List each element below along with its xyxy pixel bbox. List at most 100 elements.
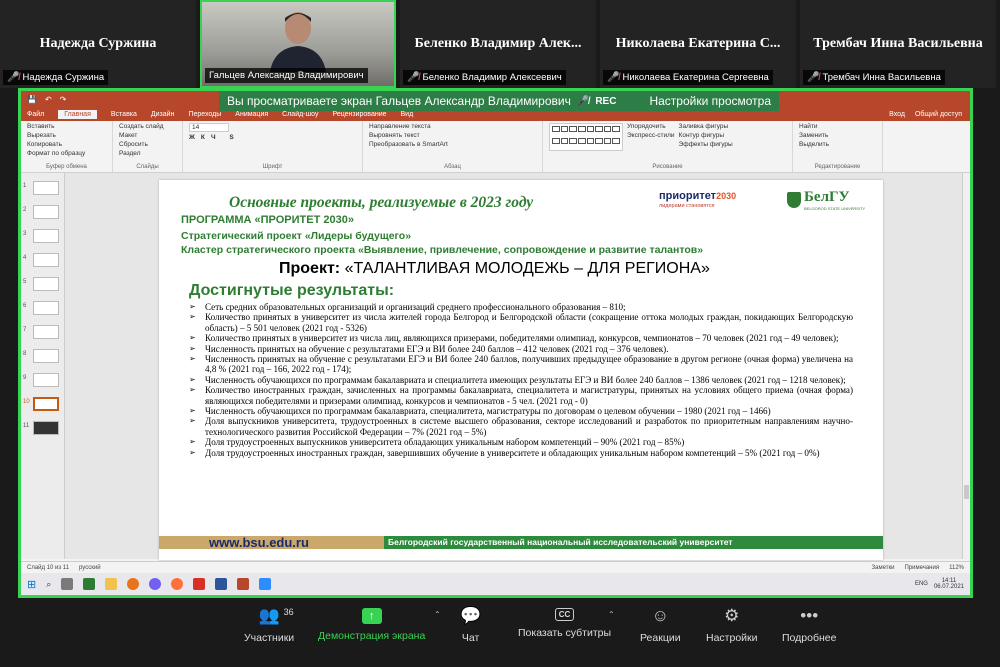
browser-icon[interactable] (127, 578, 140, 590)
windows-start-icon[interactable]: ⊞ (27, 578, 36, 591)
replace-button[interactable]: Заменить (799, 132, 876, 139)
find-button[interactable]: Найти (799, 123, 876, 130)
share-options-caret[interactable]: ⌃ (434, 610, 441, 619)
quick-styles-button[interactable]: Экспресс-стили (627, 132, 675, 139)
slide-thumbnail[interactable] (33, 205, 59, 219)
shapes-gallery[interactable] (549, 123, 623, 151)
participant-tile[interactable]: Николаева Екатерина С... 🎤̸ Николаева Ека… (600, 0, 796, 88)
text-direction-button[interactable]: Направление текста (369, 123, 536, 130)
participants-count: 36 (283, 607, 294, 617)
slide-thumbnail[interactable] (33, 253, 59, 267)
strategic-project: Стратегический проект «Лидеры будущего» (181, 230, 412, 242)
chat-button[interactable]: 💬 Чат (460, 606, 481, 644)
slide-canvas[interactable]: Основные проекты, реализуемые в 2023 год… (159, 180, 883, 560)
slide-thumbnail[interactable] (33, 301, 59, 315)
save-icon[interactable]: 💾 (27, 95, 37, 104)
participants-button[interactable]: 👥 36 Участники (244, 606, 294, 644)
share-link[interactable]: Общий доступ (915, 111, 962, 118)
chat-label: Чат (461, 632, 480, 644)
slide-thumbnail[interactable] (33, 325, 59, 339)
scrollbar-thumb[interactable] (964, 485, 969, 499)
viber-icon[interactable] (149, 578, 162, 590)
zoom-app-icon[interactable] (259, 578, 272, 590)
more-button[interactable]: ••• Подробнее (782, 606, 836, 644)
slide-number: 9 (23, 375, 27, 381)
sign-in-link[interactable]: Вход (889, 111, 905, 118)
comments-button[interactable]: Примечания (904, 565, 939, 571)
participant-name-large: Трембач Инна Васильевна (813, 36, 983, 51)
copy-button[interactable]: Копировать (27, 141, 106, 148)
language-indicator[interactable]: русский (79, 565, 101, 571)
ribbon-group-paragraph: Направление текста Выровнять текст Преоб… (363, 121, 543, 172)
tab-insert[interactable]: Вставка (111, 111, 137, 118)
reactions-button[interactable]: ☺ Реакции (640, 606, 681, 644)
slide-thumbnail[interactable] (33, 229, 59, 243)
slide-thumbnail-selected[interactable] (33, 397, 59, 411)
gear-icon: ⚙ (724, 606, 740, 625)
ribbon-group-label: Шрифт (262, 164, 283, 170)
shape-fill-button[interactable]: Заливка фигуры (679, 123, 733, 130)
tab-slideshow[interactable]: Слайд-шоу (282, 111, 318, 118)
word-icon[interactable] (215, 578, 228, 590)
participant-name-large: Николаева Екатерина С... (615, 36, 781, 51)
tab-transitions[interactable]: Переходы (188, 111, 221, 118)
view-settings-button[interactable]: Настройки просмотра (649, 94, 771, 108)
language-tray[interactable]: ENG (915, 581, 928, 587)
logo-number: 2030 (716, 191, 737, 201)
share-screen-label: Демонстрация экрана (318, 630, 426, 642)
reset-button[interactable]: Сбросить (119, 141, 176, 148)
ribbon-group-label: Рисование (652, 164, 683, 170)
smartart-button[interactable]: Преобразовать в SmartArt (369, 141, 536, 148)
new-slide-button[interactable]: Создать слайд (119, 123, 176, 130)
slide-number: 2 (23, 207, 27, 213)
slide-thumbnail[interactable] (33, 181, 59, 195)
shape-effects-button[interactable]: Эффекты фигуры (679, 141, 733, 148)
cut-button[interactable]: Вырезать (27, 132, 106, 139)
section-button[interactable]: Раздел (119, 150, 176, 157)
tab-file[interactable]: Файл (27, 111, 44, 118)
tab-home[interactable]: Главная (58, 109, 97, 119)
tab-design[interactable]: Дизайн (151, 111, 175, 118)
participant-label-text: Николаева Екатерина Сергеевна (622, 72, 769, 83)
pdf-icon[interactable] (193, 578, 206, 590)
slide-thumbnail[interactable] (33, 373, 59, 387)
paste-button[interactable]: Вставить (27, 123, 106, 130)
shape-outline-button[interactable]: Контур фигуры (679, 132, 733, 139)
settings-button[interactable]: ⚙ Настройки (706, 606, 758, 644)
zoom-level[interactable]: 112% (949, 565, 964, 571)
powerpoint-icon[interactable] (237, 578, 250, 590)
clock[interactable]: 14:11 06.07.2021 (934, 578, 964, 590)
share-screen-button[interactable]: ↑ Демонстрация экрана (318, 606, 425, 642)
search-icon[interactable]: ⌕ (46, 579, 51, 590)
font-style-buttons[interactable]: ЖКЧ S (189, 134, 356, 141)
participant-tile[interactable]: Надежда Суржина 🎤̸ Надежда Суржина (0, 0, 196, 88)
font-size-select[interactable]: 14 (189, 123, 229, 132)
align-text-button[interactable]: Выровнять текст (369, 132, 536, 139)
app-icon[interactable] (83, 578, 96, 590)
arrange-button[interactable]: Упорядочить (627, 123, 675, 130)
participant-tile[interactable]: Беленко Владимир Алек... 🎤̸ Беленко Влади… (400, 0, 596, 88)
participant-tile-active-speaker[interactable]: Гальцев Александр Владимирович (200, 0, 396, 88)
cluster-heading: Кластер стратегического проекта «Выявлен… (181, 244, 704, 256)
firefox-icon[interactable] (171, 578, 184, 590)
redo-icon[interactable]: ↷ (60, 95, 67, 104)
participant-label: 🎤̸ Николаева Екатерина Сергеевна (603, 70, 773, 85)
slide-thumbnail[interactable] (33, 349, 59, 363)
tab-view[interactable]: Вид (401, 111, 414, 118)
slide-thumbnail[interactable] (33, 277, 59, 291)
format-painter-button[interactable]: Формат по образцу (27, 150, 106, 157)
captions-button[interactable]: CC Показать субтитры (518, 606, 611, 639)
captions-options-caret[interactable]: ⌃ (608, 610, 615, 619)
explorer-icon[interactable] (105, 578, 118, 590)
undo-icon[interactable]: ↶ (45, 95, 52, 104)
taskview-icon[interactable] (61, 578, 74, 590)
participant-tile[interactable]: Трембач Инна Васильевна 🎤̸ Трембач Инна В… (800, 0, 996, 88)
slide-scrollbar[interactable] (962, 173, 970, 559)
notes-button[interactable]: Заметки (872, 565, 895, 571)
tab-review[interactable]: Рецензирование (332, 111, 386, 118)
select-button[interactable]: Выделить (799, 141, 876, 148)
tab-animations[interactable]: Анимация (235, 111, 268, 118)
slide-thumbnail[interactable] (33, 421, 59, 435)
layout-button[interactable]: Макет (119, 132, 176, 139)
participant-gallery: Надежда Суржина 🎤̸ Надежда Суржина Гальце… (0, 0, 1000, 88)
